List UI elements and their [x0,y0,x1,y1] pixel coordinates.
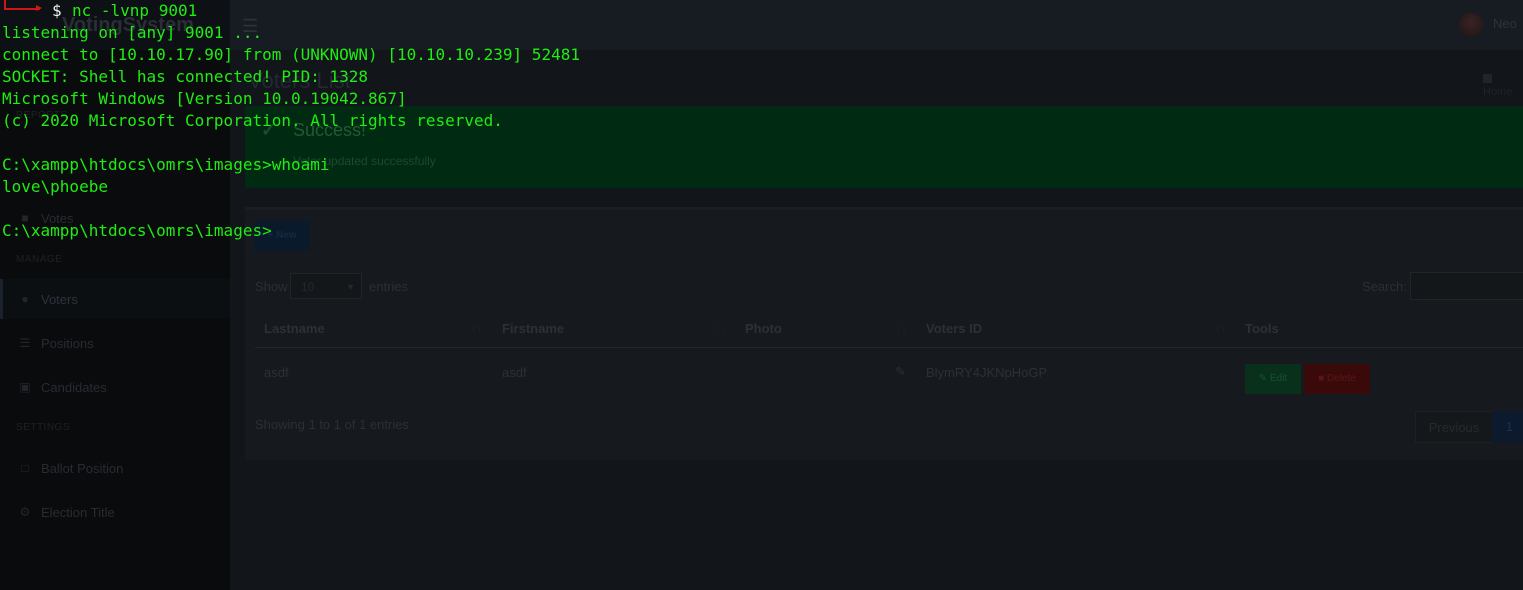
home-icon [1483,74,1492,83]
sidebar-item-label: Candidates [41,379,107,395]
column-header-voters-id[interactable]: Voters ID [926,311,982,347]
sort-icon[interactable]: ↑↓ [1215,311,1226,347]
sidebar-header-manage: MANAGE [16,254,63,265]
table-info: Showing 1 to 1 of 1 entries [255,417,409,432]
page-1-button[interactable]: 1 [1492,411,1523,443]
brand-logo[interactable]: VotingSystem [0,0,230,50]
top-navbar: VotingSystem ☰ Neo [0,0,1523,50]
sort-icon[interactable]: ↑↓ [471,311,482,347]
check-icon: ✓ [261,120,277,140]
entries-select-value: 10 [301,280,315,294]
success-alert: ✓ Success! Voter updated successfully [245,106,1523,188]
entries-label: entries [369,279,409,294]
cell-voters-id: BlymRY4JKNpHoGP [926,365,1048,380]
sidebar-header-reports: REPORTS [16,110,68,121]
sidebar-item-votes[interactable]: ■ Votes [0,198,230,238]
sidebar-item-label: Election Title [41,504,115,520]
chevron-down-icon: ▼ [346,282,355,292]
delete-label: Delete [1326,373,1356,384]
lock-icon: ■ [21,211,29,225]
users-icon: ● [21,292,29,306]
sidebar-item-ballot-position[interactable]: □ Ballot Position [0,448,230,488]
sidebar: REPORTS ■ Votes MANAGE ● Voters ☰ Positi… [0,50,233,590]
edit-label: Edit [1269,373,1288,384]
page-title: Voters List [248,68,351,93]
sort-icon[interactable]: ↑↓ [896,311,907,347]
column-header-firstname[interactable]: Firstname [502,311,564,347]
sidebar-item-label: Voters [41,291,78,307]
show-label: Show [255,279,288,294]
sidebar-item-candidates[interactable]: ▣ Candidates [0,367,230,407]
table-row: asdf asdf ✎ BlymRY4JKNpHoGP ✎ Edit ■ Del… [255,348,1523,398]
sidebar-item-label: Votes [41,210,74,226]
alert-title: Success! [293,120,367,140]
cell-lastname: asdf [264,365,289,380]
user-name[interactable]: Neo [1493,16,1517,31]
sidebar-item-election-title[interactable]: ⚙ Election Title [0,492,230,532]
breadcrumb-home[interactable]: Home [1483,86,1512,98]
sidebar-item-positions[interactable]: ☰ Positions [0,323,230,363]
search-label: Search: [1362,279,1407,294]
voters-table-box: + New Show 10 ▼ entries Search: Lastname… [245,207,1523,460]
edit-photo-icon[interactable]: ✎ [895,364,906,380]
previous-page-button[interactable]: Previous [1415,411,1493,443]
entries-select[interactable]: 10 ▼ [290,273,362,299]
sidebar-header-settings: SETTINGS [16,422,71,433]
file-icon: □ [21,461,29,475]
sidebar-item-label: Ballot Position [41,460,124,476]
main-content: Voters List Home ✓ Success! Voter update… [230,50,1523,590]
new-voter-button[interactable]: + New [254,221,310,251]
cell-firstname: asdf [502,365,527,380]
avatar[interactable] [1459,13,1483,37]
edit-button[interactable]: ✎ Edit [1245,364,1301,394]
gear-icon: ⚙ [19,505,31,519]
list-icon: ☰ [19,336,31,350]
column-header-tools[interactable]: Tools [1245,311,1279,347]
voting-admin-app: VotingSystem ☰ Neo REPORTS ■ Votes MANAG… [0,0,1523,590]
column-header-lastname[interactable]: Lastname [264,311,325,347]
table-header: Lastname ↑↓ Firstname ↑↓ Photo ↑↓ Voters… [255,311,1523,348]
sidebar-item-voters[interactable]: ● Voters [0,279,233,319]
breadcrumb[interactable]: Home [1483,74,1523,98]
sidebar-item-label: Positions [41,335,94,351]
alert-message: Voter updated successfully [293,154,436,168]
hamburger-menu-icon[interactable]: ☰ [242,16,258,37]
search-input[interactable] [1410,272,1523,300]
delete-button[interactable]: ■ Delete [1304,364,1370,394]
id-card-icon: ▣ [19,380,31,394]
column-header-photo[interactable]: Photo [745,311,782,347]
sort-icon[interactable]: ↑↓ [715,311,726,347]
